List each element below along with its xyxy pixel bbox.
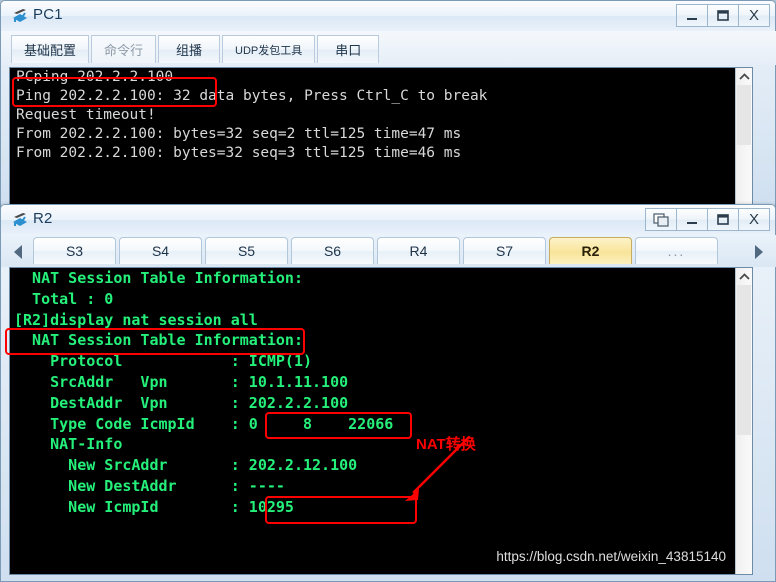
r2-terminal[interactable]: NAT Session Table Information: Total : 0…	[9, 267, 753, 575]
pc1-tab-bar: 基础配置 命令行 组播 UDP发包工具 串口	[1, 31, 776, 65]
scroll-up-icon[interactable]	[736, 268, 752, 285]
pc1-window-controls: X	[676, 4, 770, 27]
r2-window: R2 X S3 S4 S5 S6 R4 S7 R2 ... NAT Sessio…	[0, 204, 776, 582]
minimize-icon	[687, 17, 697, 20]
pc1-terminal[interactable]: PCping 202.2.2.100 Ping 202.2.2.100: 32 …	[9, 67, 753, 205]
tab-s7[interactable]: S7	[463, 237, 546, 264]
terminal-line: SrcAddr Vpn : 10.1.11.100	[14, 372, 349, 391]
terminal-line: PCping 202.2.2.100	[16, 69, 174, 85]
r2-tab-list: S3 S4 S5 S6 R4 S7 R2 ...	[33, 237, 721, 264]
terminal-line: Request timeout!	[16, 107, 156, 123]
tab-serial-port[interactable]: 串口	[317, 35, 380, 63]
cascade-icon	[653, 212, 669, 227]
tab-udp-packet-tool[interactable]: UDP发包工具	[222, 35, 316, 63]
terminal-line: New IcmpId : 10295	[14, 497, 294, 516]
r2-terminal-scrollbar[interactable]	[735, 268, 752, 574]
maximize-icon	[717, 213, 729, 225]
tab-scroll-left-button[interactable]	[5, 239, 31, 264]
terminal-line: NAT Session Table Information:	[14, 269, 303, 287]
pc1-tab-list: 基础配置 命令行 组播 UDP发包工具 串口	[11, 35, 381, 63]
r2-title: R2	[33, 210, 53, 227]
minimize-icon	[687, 221, 697, 224]
tab-scroll-right-button[interactable]	[745, 239, 771, 264]
terminal-line: DestAddr Vpn : 202.2.2.100	[14, 393, 349, 412]
terminal-line: NAT Session Table Information:	[14, 331, 303, 350]
router-device-icon	[10, 210, 30, 230]
pc1-title: PC1	[33, 6, 63, 23]
triangle-left-icon	[13, 244, 22, 259]
maximize-icon	[717, 9, 729, 21]
tab-command-line[interactable]: 命令行	[91, 35, 157, 63]
terminal-line: From 202.2.2.100: bytes=32 seq=3 ttl=125…	[16, 145, 462, 161]
r2-tab-bar: S3 S4 S5 S6 R4 S7 R2 ...	[1, 235, 776, 267]
tab-s3[interactable]: S3	[33, 237, 116, 264]
scroll-up-icon[interactable]	[736, 68, 752, 85]
router-device-icon	[10, 6, 30, 26]
tab-multicast[interactable]: 组播	[158, 35, 221, 63]
minimize-button[interactable]	[676, 208, 708, 231]
triangle-right-icon	[754, 244, 763, 259]
pc1-titlebar[interactable]: PC1 X	[1, 1, 775, 32]
maximize-button[interactable]	[707, 4, 739, 27]
terminal-line: Total : 0	[14, 289, 114, 308]
close-button[interactable]: X	[738, 4, 770, 27]
scroll-thumb[interactable]	[737, 85, 751, 145]
minimize-button[interactable]	[676, 4, 708, 27]
close-button[interactable]: X	[738, 208, 770, 231]
tab-basic-config[interactable]: 基础配置	[11, 35, 90, 63]
maximize-button[interactable]	[707, 208, 739, 231]
terminal-line: Ping 202.2.2.100: 32 data bytes, Press C…	[16, 88, 488, 104]
tab-s5[interactable]: S5	[205, 237, 288, 264]
r2-titlebar[interactable]: R2 X	[1, 205, 775, 236]
restore-cascade-button[interactable]	[645, 208, 677, 231]
tab-s6[interactable]: S6	[291, 237, 374, 264]
terminal-line: Type Code IcmpId : 0 8 22066	[14, 414, 394, 433]
tab-s4[interactable]: S4	[119, 237, 202, 264]
tab-r4[interactable]: R4	[377, 237, 460, 264]
tab-r2[interactable]: R2	[549, 237, 632, 264]
pc1-terminal-scrollbar[interactable]	[735, 68, 752, 204]
terminal-line: New DestAddr : ----	[14, 476, 285, 495]
terminal-line: New SrcAddr : 202.2.12.100	[14, 456, 358, 475]
tab-more[interactable]: ...	[635, 237, 718, 264]
terminal-line: From 202.2.2.100: bytes=32 seq=2 ttl=125…	[16, 126, 462, 142]
terminal-line: Protocol : ICMP(1)	[14, 352, 313, 371]
close-icon: X	[748, 7, 759, 24]
pc1-window: PC1 X 基础配置 命令行 组播 UDP发包工具 串口 PCping 202.…	[0, 0, 776, 212]
watermark-text: https://blog.csdn.net/weixin_43815140	[496, 549, 726, 564]
terminal-line: NAT-Info	[14, 435, 123, 454]
close-icon: X	[748, 211, 759, 228]
scroll-thumb[interactable]	[737, 285, 751, 435]
r2-window-controls: X	[645, 208, 770, 231]
terminal-line: [R2]display nat session all	[14, 310, 258, 329]
